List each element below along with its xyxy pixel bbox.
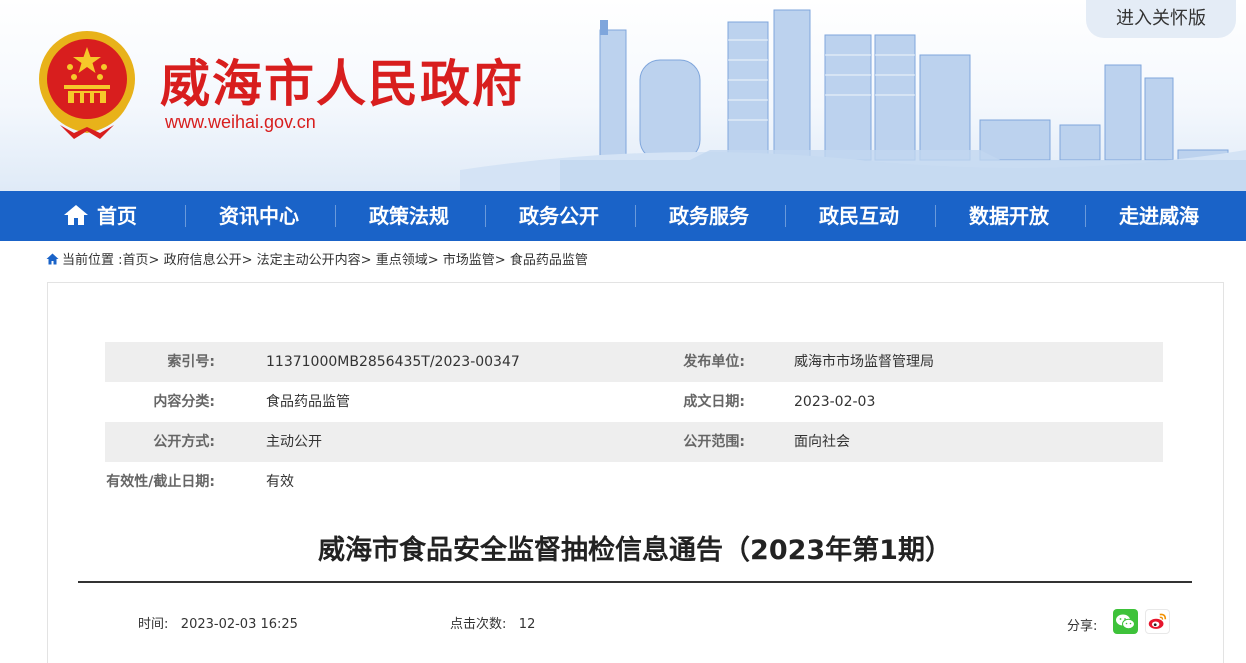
weibo-share-button[interactable] bbox=[1145, 609, 1170, 634]
index-number-value: 11371000MB2856435T/2023-00347 bbox=[266, 354, 520, 370]
document-metadata-table: 索引号: 11371000MB2856435T/2023-00347 发布单位:… bbox=[105, 342, 1163, 502]
breadcrumb-separator: > bbox=[148, 253, 160, 268]
disclosure-method-value: 主动公开 bbox=[266, 434, 322, 450]
disclosure-scope-value: 面向社会 bbox=[794, 434, 850, 450]
main-nav: 首页 资讯中心 政策法规 政务公开 政务服务 政民互动 数据开放 走进威海 bbox=[0, 191, 1246, 241]
article-title: 威海市食品安全监督抽检信息通告（2023年第1期） bbox=[318, 535, 952, 566]
breadcrumb-separator: > bbox=[360, 253, 372, 268]
click-count-value: 12 bbox=[518, 617, 536, 632]
care-mode-button[interactable]: 进入关怀版 bbox=[1086, 0, 1236, 38]
category-value: 食品药品监管 bbox=[266, 394, 350, 410]
publish-time-value: 2023-02-03 16:25 bbox=[180, 617, 298, 632]
breadcrumb-separator: > bbox=[427, 253, 439, 268]
nav-item-home[interactable]: 首页 bbox=[25, 191, 175, 241]
nav-item-gov-affairs[interactable]: 政务公开 bbox=[484, 191, 634, 241]
category-label: 内容分类: bbox=[153, 394, 215, 410]
click-count: 点击次数: 12 bbox=[450, 613, 535, 632]
nav-item-interaction[interactable]: 政民互动 bbox=[784, 191, 934, 241]
index-number-label: 索引号: bbox=[167, 354, 215, 370]
breadcrumb: 当前位置 :首页> 政府信息公开> 法定主动公开内容> 重点领域> 市场监管> … bbox=[46, 251, 588, 271]
metadata-row: 内容分类: 食品药品监管 成文日期: 2023-02-03 bbox=[105, 382, 1163, 422]
validity-value: 有效 bbox=[266, 474, 294, 490]
site-url[interactable]: www.weihai.gov.cn bbox=[165, 112, 316, 133]
title-divider bbox=[78, 581, 1192, 583]
disclosure-method-label: 公开方式: bbox=[153, 434, 215, 450]
breadcrumb-link[interactable]: 市场监管 bbox=[443, 253, 495, 268]
nav-item-news[interactable]: 资讯中心 bbox=[184, 191, 334, 241]
publish-time: 时间: 2023-02-03 16:25 bbox=[138, 613, 298, 632]
publish-time-label: 时间: bbox=[138, 617, 169, 632]
written-date-label: 成文日期: bbox=[683, 394, 745, 410]
weibo-icon bbox=[1148, 613, 1167, 629]
disclosure-scope-label: 公开范围: bbox=[683, 434, 745, 450]
breadcrumb-link[interactable]: 法定主动公开内容 bbox=[257, 253, 361, 268]
nav-item-label: 首页 bbox=[97, 204, 137, 228]
national-emblem-icon bbox=[39, 31, 135, 139]
home-icon bbox=[46, 253, 59, 265]
nav-item-policies[interactable]: 政策法规 bbox=[334, 191, 484, 241]
wechat-share-button[interactable] bbox=[1113, 609, 1138, 634]
publisher-value: 威海市市场监督管理局 bbox=[794, 354, 934, 370]
nav-item-open-data[interactable]: 数据开放 bbox=[934, 191, 1084, 241]
nav-item-gov-services[interactable]: 政务服务 bbox=[634, 191, 784, 241]
share-label: 分享: bbox=[1067, 619, 1098, 634]
nav-item-about-weihai[interactable]: 走进威海 bbox=[1084, 191, 1234, 241]
breadcrumb-separator: > bbox=[241, 253, 253, 268]
metadata-row: 有效性/截止日期: 有效 bbox=[105, 462, 1163, 502]
breadcrumb-prefix: 当前位置 : bbox=[62, 253, 123, 268]
validity-label: 有效性/截止日期: bbox=[106, 474, 215, 490]
breadcrumb-separator: > bbox=[494, 253, 506, 268]
metadata-row: 公开方式: 主动公开 公开范围: 面向社会 bbox=[105, 422, 1163, 462]
breadcrumb-link[interactable]: 重点领域 bbox=[376, 253, 428, 268]
breadcrumb-link[interactable]: 食品药品监管 bbox=[510, 253, 588, 268]
written-date-value: 2023-02-03 bbox=[794, 394, 876, 410]
metadata-row: 索引号: 11371000MB2856435T/2023-00347 发布单位:… bbox=[105, 342, 1163, 382]
home-icon bbox=[64, 205, 88, 225]
publisher-label: 发布单位: bbox=[683, 354, 745, 370]
click-count-label: 点击次数: bbox=[450, 617, 507, 632]
breadcrumb-link[interactable]: 首页 bbox=[123, 253, 149, 268]
site-header: 威海市人民政府 www.weihai.gov.cn 进入关怀版 bbox=[0, 0, 1246, 191]
breadcrumb-link[interactable]: 政府信息公开 bbox=[164, 253, 242, 268]
wechat-icon bbox=[1116, 614, 1135, 630]
